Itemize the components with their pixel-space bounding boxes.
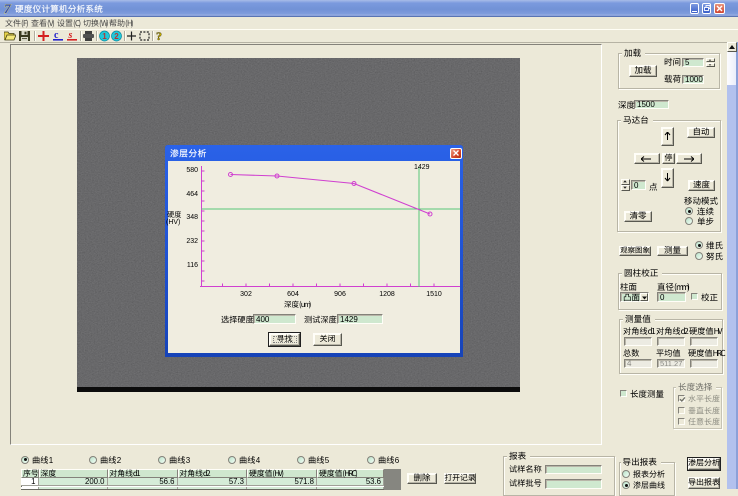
svg-text:1: 1	[102, 32, 107, 41]
svg-text:2: 2	[114, 32, 119, 41]
svg-text:?: ?	[156, 30, 162, 42]
svg-text:7: 7	[4, 2, 11, 15]
